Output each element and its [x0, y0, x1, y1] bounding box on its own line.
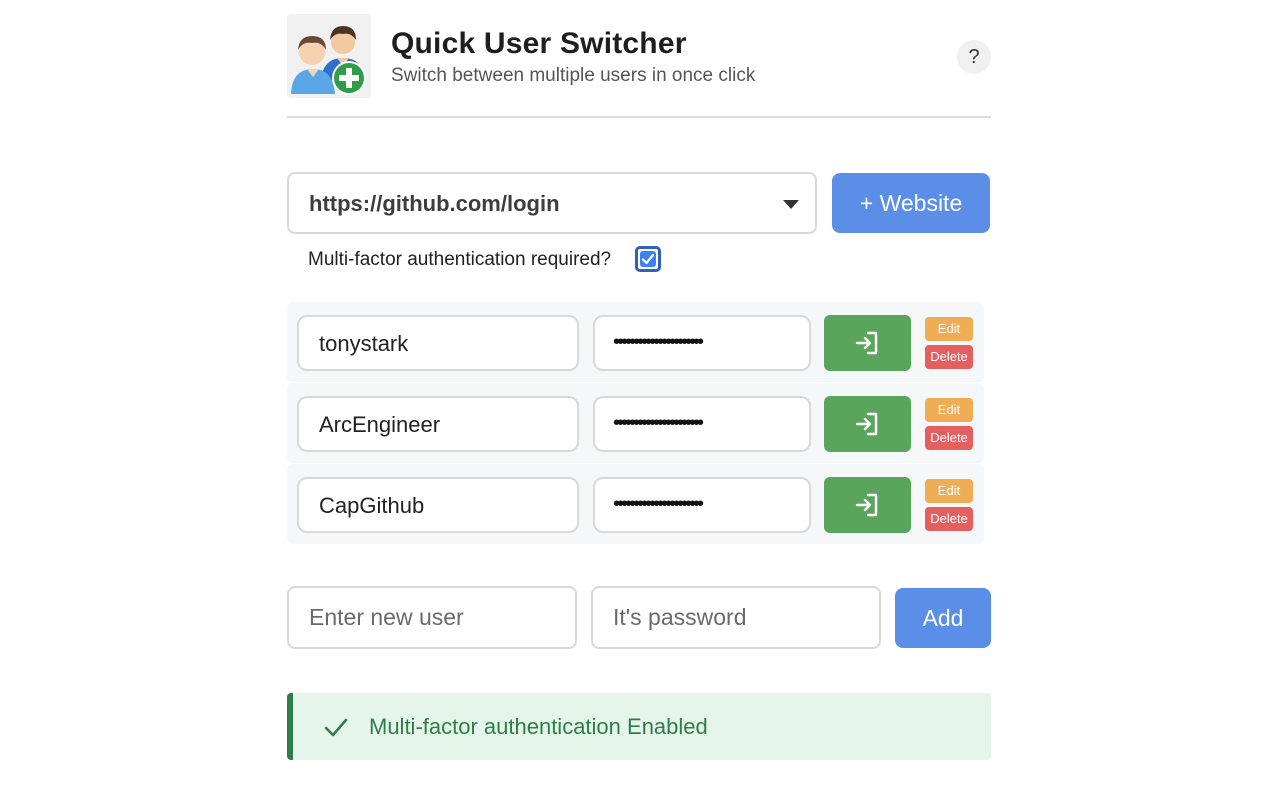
new-password-input[interactable]: [591, 586, 881, 649]
delete-button[interactable]: Delete: [925, 345, 973, 369]
mfa-checkbox[interactable]: [635, 246, 661, 272]
login-button[interactable]: [824, 396, 911, 452]
page-title: Quick User Switcher: [391, 27, 687, 60]
delete-button[interactable]: Delete: [925, 426, 973, 450]
checkmark-icon: [641, 253, 655, 265]
login-icon: [855, 493, 878, 517]
password-mask: ••••••••••••••••••••••: [613, 493, 704, 515]
user-row: tonystark •••••••••••••••••••••• Edit De…: [287, 302, 984, 382]
login-icon: [855, 412, 878, 436]
edit-button[interactable]: Edit: [925, 398, 973, 422]
username-value: tonystark: [319, 331, 409, 356]
username-field[interactable]: CapGithub: [297, 477, 579, 533]
status-message: Multi-factor authentication Enabled: [369, 714, 708, 739]
header: Quick User Switcher Switch between multi…: [287, 14, 991, 100]
user-row: CapGithub •••••••••••••••••••••• Edit De…: [287, 464, 984, 544]
username-value: CapGithub: [319, 493, 425, 518]
new-username-input[interactable]: [287, 586, 577, 649]
mfa-label: Multi-factor authentication required?: [308, 249, 612, 270]
login-button[interactable]: [824, 315, 911, 371]
app-logo-icon: [287, 14, 371, 98]
header-divider: [287, 116, 991, 118]
chevron-down-icon: [783, 200, 799, 209]
password-field[interactable]: ••••••••••••••••••••••: [593, 315, 811, 371]
website-select[interactable]: https://github.com/login: [287, 172, 817, 234]
user-row: ArcEngineer •••••••••••••••••••••• Edit …: [287, 383, 984, 463]
add-website-button[interactable]: + Website: [832, 173, 990, 233]
password-mask: ••••••••••••••••••••••: [613, 412, 704, 434]
username-field[interactable]: tonystark: [297, 315, 579, 371]
login-button[interactable]: [824, 477, 911, 533]
password-field[interactable]: ••••••••••••••••••••••: [593, 396, 811, 452]
website-select-value: https://github.com/login: [309, 191, 560, 216]
check-icon: [324, 718, 348, 737]
edit-button[interactable]: Edit: [925, 479, 973, 503]
page-subtitle: Switch between multiple users in once cl…: [391, 65, 756, 86]
login-icon: [855, 331, 878, 355]
password-field[interactable]: ••••••••••••••••••••••: [593, 477, 811, 533]
username-value: ArcEngineer: [319, 412, 441, 437]
add-user-button[interactable]: Add: [895, 588, 991, 648]
password-mask: ••••••••••••••••••••••: [613, 331, 704, 353]
username-field[interactable]: ArcEngineer: [297, 396, 579, 452]
app-container: Quick User Switcher Switch between multi…: [287, 0, 991, 800]
status-banner: Multi-factor authentication Enabled: [287, 693, 991, 760]
edit-button[interactable]: Edit: [925, 317, 973, 341]
help-button[interactable]: ?: [957, 40, 991, 74]
delete-button[interactable]: Delete: [925, 507, 973, 531]
user-list: tonystark •••••••••••••••••••••• Edit De…: [287, 302, 984, 545]
